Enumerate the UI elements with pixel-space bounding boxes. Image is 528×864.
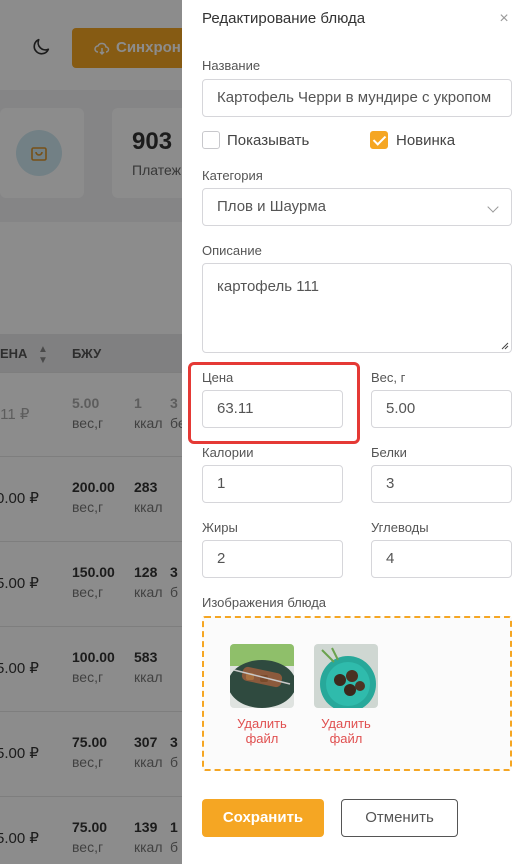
chevron-down-icon — [487, 201, 499, 213]
show-checkbox-label: Показывать — [227, 132, 310, 149]
dish-image-thumbnail — [314, 644, 378, 708]
weight-label: Вес, г — [371, 370, 406, 385]
save-button[interactable]: Сохранить — [202, 799, 324, 837]
images-label: Изображения блюда — [202, 595, 327, 610]
dish-image-thumbnail — [230, 644, 294, 708]
drawer-title: Редактирование блюда — [202, 10, 366, 27]
calories-label: Калории — [202, 445, 254, 460]
category-label: Категория — [202, 168, 263, 183]
delete-file-link[interactable]: Удалить файл — [222, 716, 302, 746]
image-dropzone[interactable]: Удалить файл Удалить файл — [202, 616, 512, 771]
cancel-button[interactable]: Отменить — [341, 799, 458, 837]
new-checkbox-label: Новинка — [396, 132, 456, 149]
fat-label: Жиры — [202, 520, 238, 535]
name-label: Название — [202, 58, 261, 73]
dish-photo-meat-plate — [314, 644, 378, 708]
category-selected-value: Плов и Шаурма — [217, 198, 326, 215]
protein-label: Белки — [371, 445, 407, 460]
category-select[interactable]: Плов и Шаурма — [202, 188, 512, 226]
calories-input[interactable]: 1 — [202, 465, 343, 503]
description-text: картофель 111 — [217, 278, 320, 295]
show-checkbox[interactable] — [202, 131, 220, 149]
description-textarea[interactable]: картофель 111 — [202, 263, 512, 353]
price-field-highlight — [188, 362, 360, 444]
description-label: Описание — [202, 243, 262, 258]
delete-file-link[interactable]: Удалить файл — [306, 716, 386, 746]
protein-input[interactable]: 3 — [371, 465, 512, 503]
fat-input[interactable]: 2 — [202, 540, 343, 578]
dish-photo-kebab — [230, 644, 294, 708]
close-icon[interactable]: × — [496, 10, 512, 28]
name-input[interactable]: Картофель Черри в мундире с укропом — [202, 79, 512, 117]
carbs-label: Углеводы — [371, 520, 429, 535]
new-checkbox[interactable] — [370, 131, 388, 149]
resize-grip-icon[interactable] — [501, 342, 509, 350]
weight-input[interactable]: 5.00 — [371, 390, 512, 428]
carbs-input[interactable]: 4 — [371, 540, 512, 578]
